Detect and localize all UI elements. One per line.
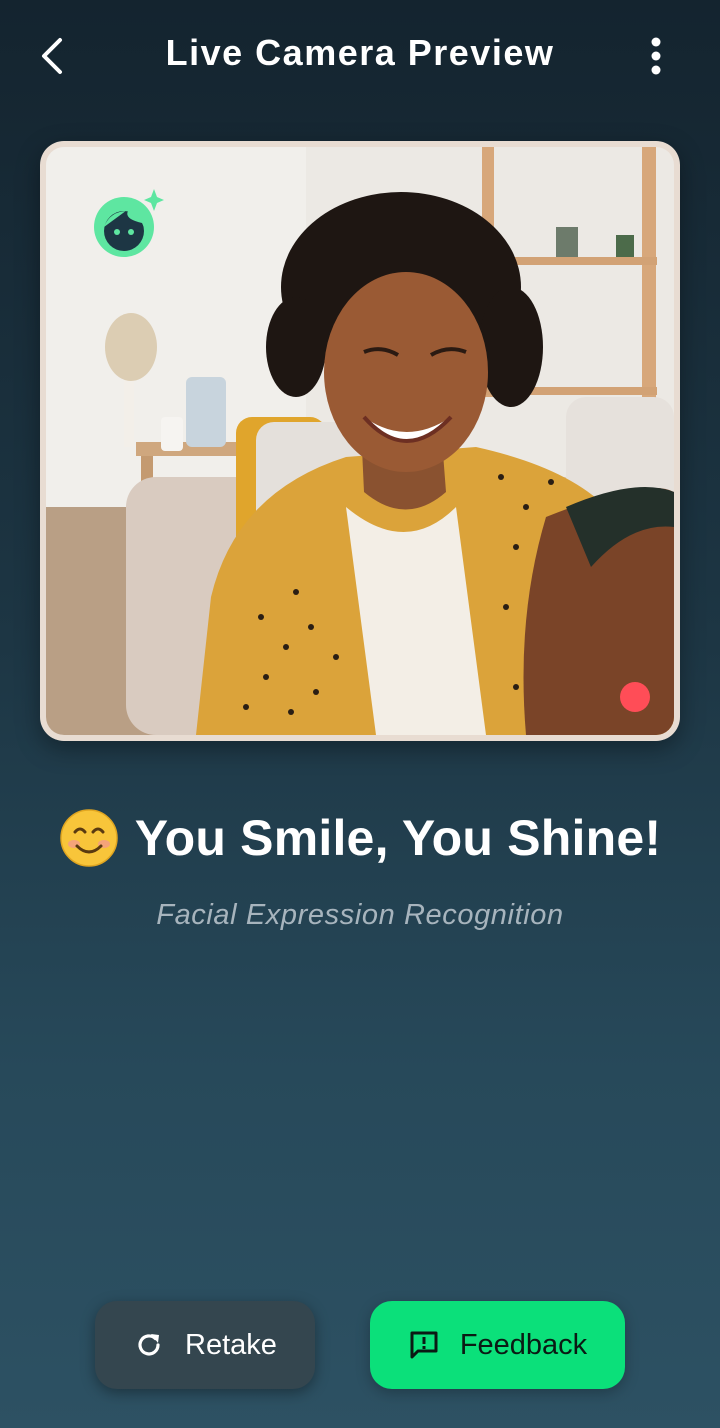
refresh-icon xyxy=(138,1334,160,1356)
feedback-button[interactable]: Feedback xyxy=(370,1301,625,1389)
feedback-label: Feedback xyxy=(459,1328,588,1361)
result-text: You Smile, You Shine! xyxy=(134,810,662,866)
camera-preview xyxy=(40,141,680,741)
app-bar: Live Camera Preview xyxy=(0,0,720,110)
feedback-message-icon xyxy=(410,1331,438,1359)
more-vert-icon xyxy=(651,37,661,75)
retake-label: Retake xyxy=(185,1328,277,1361)
more-options-button[interactable] xyxy=(628,28,684,84)
retake-button[interactable]: Retake xyxy=(95,1301,315,1389)
recording-indicator xyxy=(620,682,650,712)
smiling-face-emoji xyxy=(60,809,118,867)
face-sparkle-icon xyxy=(94,189,164,257)
result-subtitle: Facial Expression Recognition xyxy=(156,899,564,931)
page-title: Live Camera Preview xyxy=(165,32,555,73)
expression-result: You Smile, You Shine! xyxy=(0,806,720,870)
